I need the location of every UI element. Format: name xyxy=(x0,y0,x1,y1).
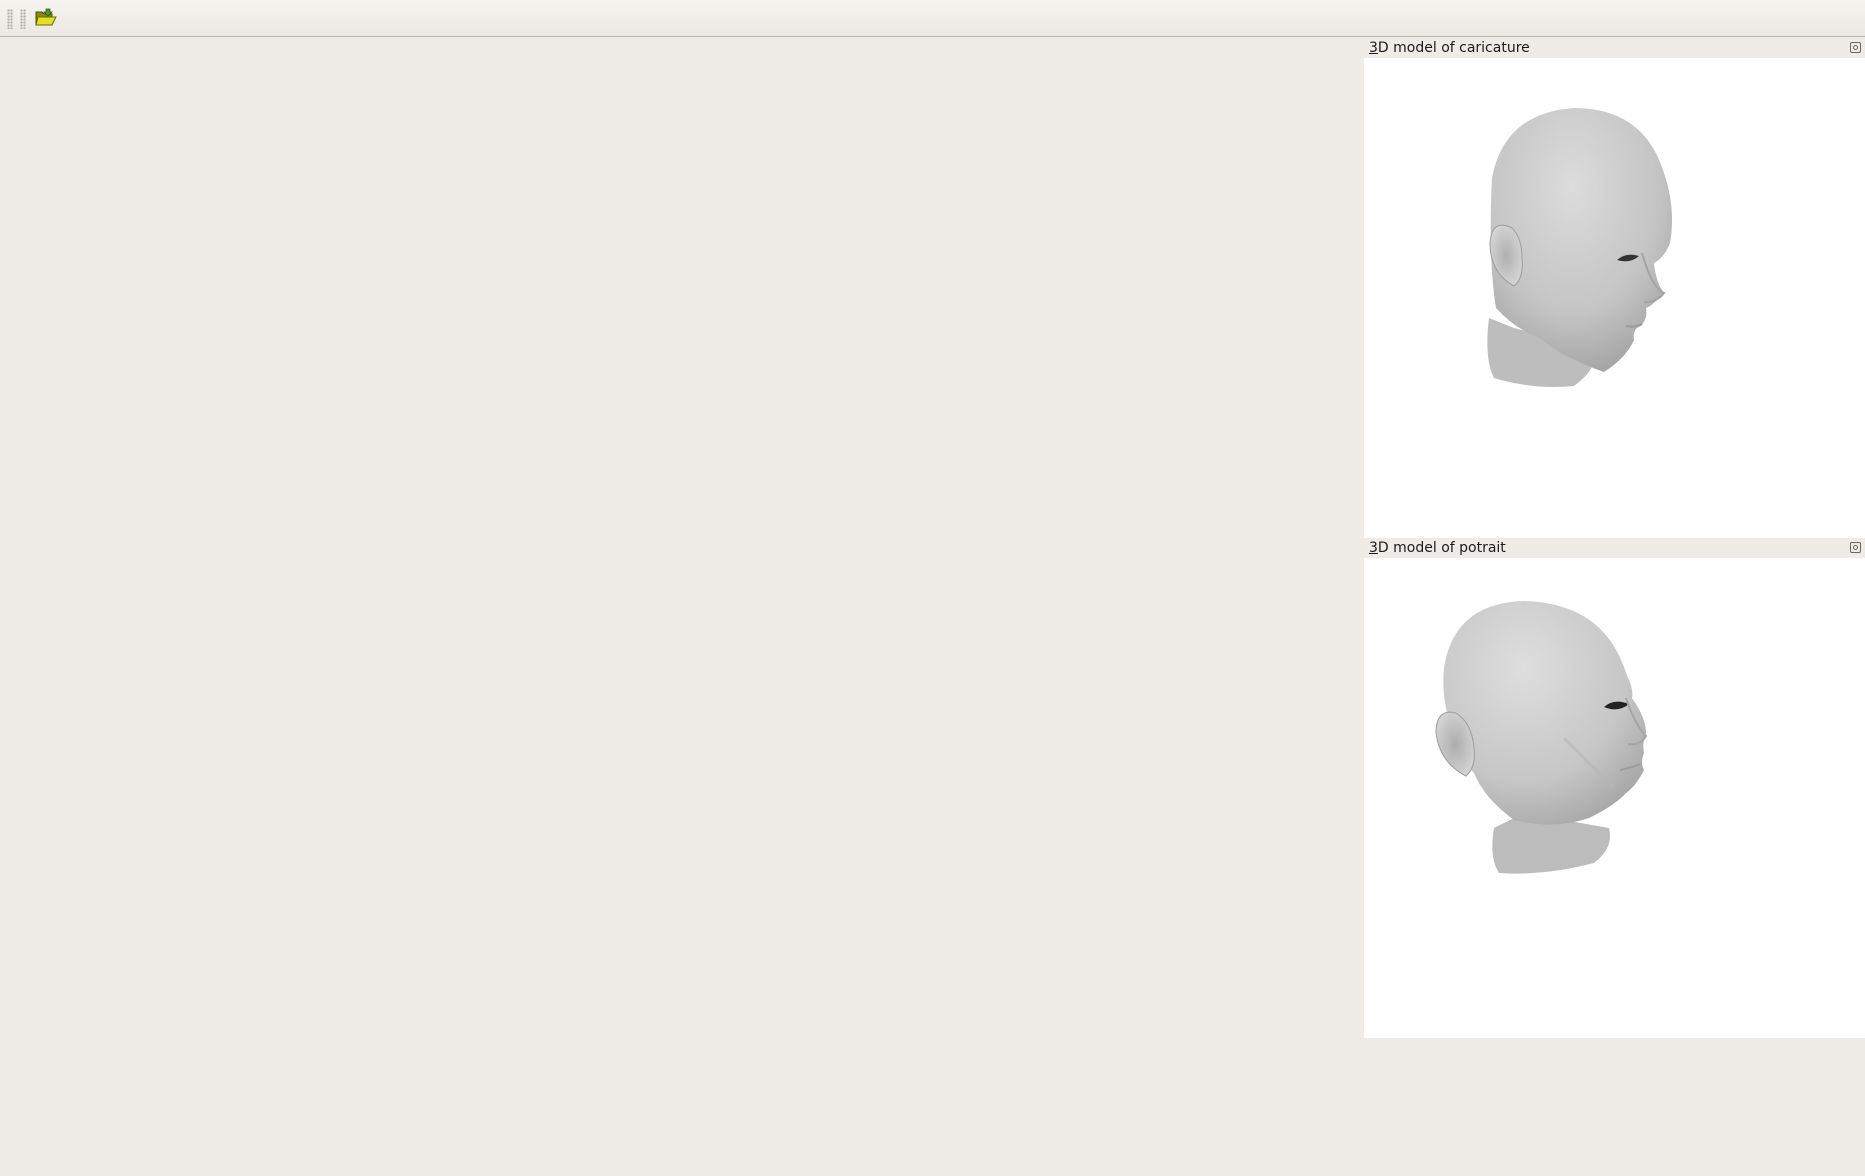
folder-open-icon xyxy=(35,8,57,26)
dock-title-bar[interactable]: 3D model of caricature xyxy=(1364,38,1865,58)
dock-caricature-model: 3D model of caricature xyxy=(1364,38,1865,539)
portrait-3d-viewport[interactable] xyxy=(1364,558,1865,1038)
dock-title-accel: 3 xyxy=(1369,540,1378,556)
main-toolbar xyxy=(0,0,1865,37)
central-widget xyxy=(0,38,1364,1176)
dock-title-accel: 3 xyxy=(1369,40,1378,56)
toolbar-grip[interactable] xyxy=(20,9,26,29)
dock-title-text: D model of caricature xyxy=(1377,40,1530,56)
dock-portrait-model: 3D model of potrait xyxy=(1364,538,1865,1038)
dock-title-text: D model of potrait xyxy=(1377,540,1506,556)
dock-title-bar[interactable]: 3D model of potrait xyxy=(1364,538,1865,558)
caricature-3d-viewport[interactable] xyxy=(1364,58,1865,539)
caricature-head-model xyxy=(1487,108,1672,387)
dock-close-icon[interactable] xyxy=(1850,42,1861,53)
toolbar-grip[interactable] xyxy=(7,9,13,29)
portrait-head-model xyxy=(1435,601,1648,874)
open-file-button[interactable] xyxy=(33,5,59,31)
dock-close-icon[interactable] xyxy=(1850,542,1861,553)
